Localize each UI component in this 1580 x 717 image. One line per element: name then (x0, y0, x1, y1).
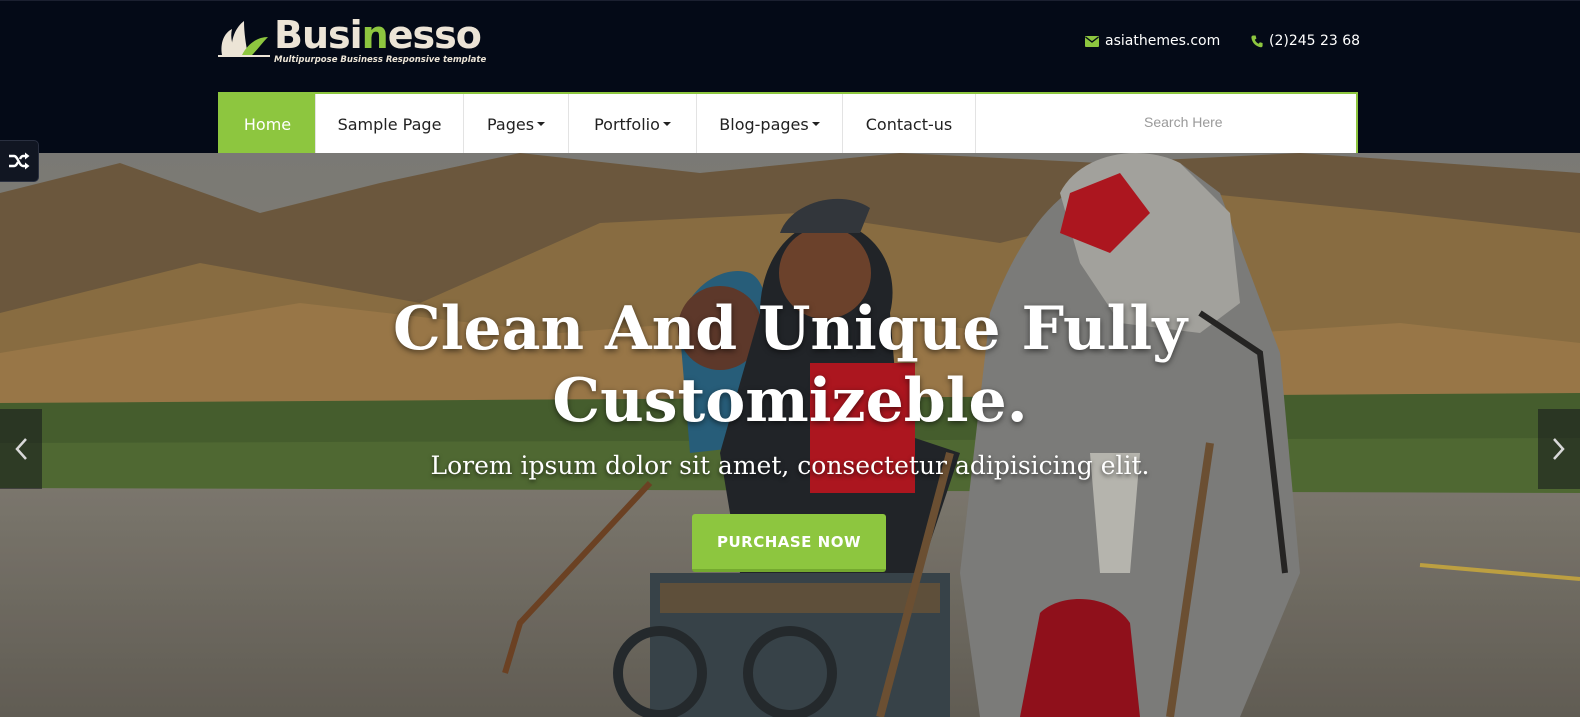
nav-item-label: Sample Page (337, 114, 442, 134)
search-box (976, 94, 1356, 154)
caret-down-icon (662, 122, 671, 126)
nav-item-label: Portfolio (594, 114, 660, 134)
chevron-left-icon (15, 438, 27, 460)
hero-slider: Clean And Unique Fully Customizeble. Lore… (0, 153, 1580, 717)
style-switcher-toggle[interactable] (0, 141, 38, 181)
phone-icon (1251, 35, 1263, 47)
nav-item-label: Blog-pages (719, 114, 809, 134)
nav-item-home[interactable]: Home (220, 94, 316, 154)
phone-text: (2)245 23 68 (1269, 33, 1361, 49)
caret-down-icon (537, 122, 546, 126)
email-text: asiathemes.com (1105, 33, 1221, 49)
nav-item-portfolio[interactable]: Portfolio (569, 94, 697, 154)
nav-item-pages[interactable]: Pages (464, 94, 569, 154)
shuffle-icon (9, 152, 30, 170)
contact-email[interactable]: asiathemes.com (1085, 33, 1220, 49)
nav-item-label: Pages (486, 114, 535, 134)
nav-item-blog-pages[interactable]: Blog-pages (697, 94, 843, 154)
hero-subtitle: Lorem ipsum dolor sit amet, consectetur … (430, 451, 1150, 480)
nav-item-sample-page[interactable]: Sample Page (316, 94, 464, 154)
lotus-logo-icon (218, 21, 270, 57)
slider-prev-button[interactable] (0, 409, 42, 489)
main-navigation: Home Sample Page Pages Portfolio Blog-pa… (218, 92, 1358, 154)
chevron-right-icon (1553, 438, 1565, 460)
nav-item-label: Home (243, 114, 292, 134)
hero-title: Clean And Unique Fully Customizeble. (392, 294, 1188, 436)
brand-tagline: Multipurpose Business Responsive templat… (274, 55, 487, 65)
brand-name: Businesso (274, 13, 482, 57)
envelope-icon (1085, 35, 1099, 47)
nav-item-contact-us[interactable]: Contact-us (843, 94, 976, 154)
contact-phone[interactable]: (2)245 23 68 (1251, 33, 1360, 49)
site-header: Businesso Multipurpose Business Responsi… (0, 0, 1580, 154)
purchase-now-button[interactable]: PURCHASE NOW (692, 514, 886, 572)
search-input[interactable] (1144, 110, 1304, 134)
nav-item-label: Contact-us (865, 114, 953, 134)
caret-down-icon (811, 122, 820, 126)
slider-next-button[interactable] (1538, 409, 1580, 489)
